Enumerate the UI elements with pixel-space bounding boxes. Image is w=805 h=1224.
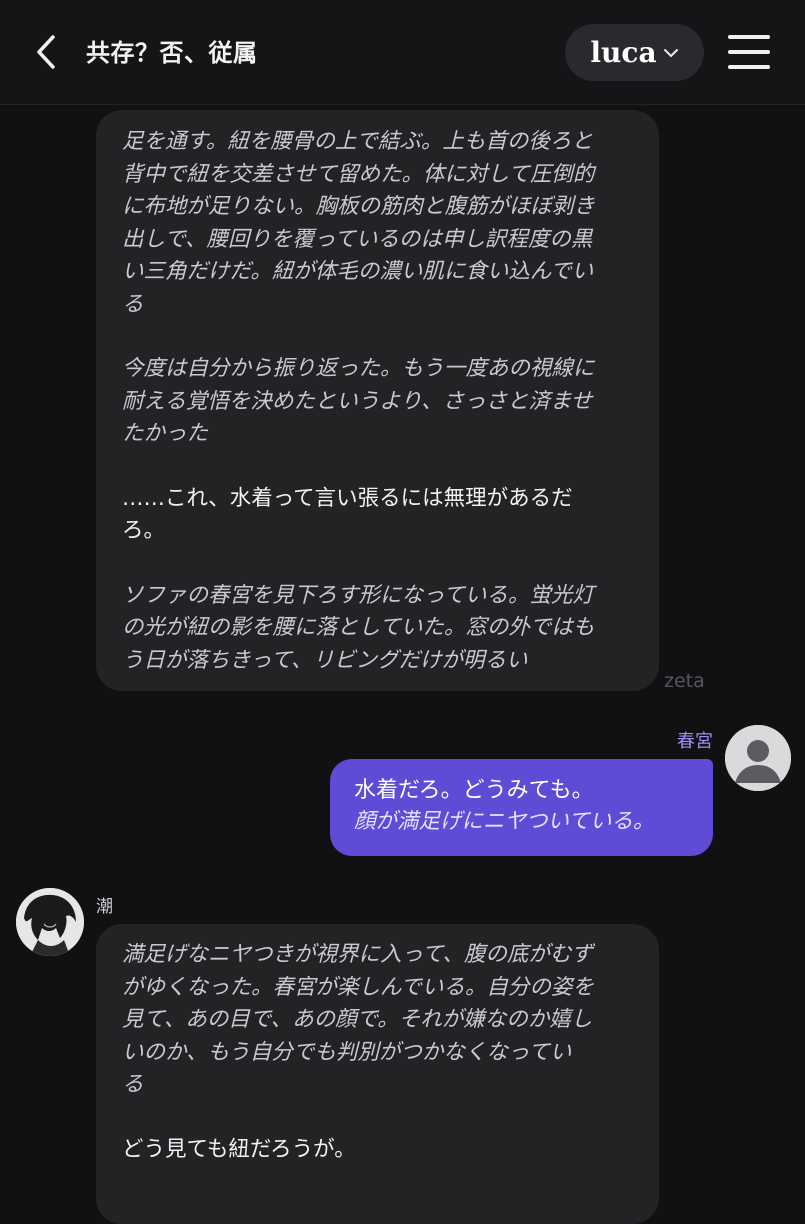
dialogue-paragraph: ……これ、水着って言い張るには無理があるだ ろ。 [122, 485, 573, 544]
narration-paragraph: ソファの春宮を見下ろす形になっている。蛍光灯 の光が紐の影を腰に落としていた。窓… [122, 582, 595, 673]
model-label: luca [590, 36, 657, 69]
dialogue-paragraph: どう見ても紐だろうが。 [122, 1136, 356, 1162]
back-button[interactable] [28, 30, 64, 74]
ai-message-bubble: 足を通す。紐を腰骨の上で結ぶ。上も首の後ろと 背中で紐を交差させて留めた。体に対… [96, 110, 659, 691]
chat-title: 共存？否、従属 [86, 39, 258, 67]
ai-message-bubble: 満足げなニヤつきが視界に入って、腹の底がむず がゆくなった。春宮が楽しんでいる。… [96, 924, 659, 1224]
character-avatar[interactable] [16, 888, 84, 956]
default-user-avatar-icon [725, 725, 791, 791]
hamburger-menu-icon[interactable] [726, 33, 772, 71]
user-avatar[interactable] [725, 725, 791, 791]
model-selector-button[interactable]: luca [565, 24, 704, 81]
zeta-watermark: zeta [664, 670, 705, 692]
chat-header: 共存？否、従属 luca [0, 0, 805, 105]
user-narration: 顔が満足げにニヤついている。 [354, 809, 655, 834]
chevron-down-icon [663, 48, 678, 57]
user-speech: 水着だろ。どうみても。 [354, 778, 594, 803]
user-message-bubble: 水着だろ。どうみても。 顔が満足げにニヤついている。 [330, 759, 713, 856]
user-name: 春宮 [677, 731, 713, 752]
narration-paragraph: 今度は自分から振り返った。もう一度あの視線に 耐える覚悟を決めたというより、さっ… [122, 356, 595, 446]
character-portrait-icon [16, 888, 84, 956]
narration-paragraph: 満足げなニヤつきが視界に入って、腹の底がむず がゆくなった。春宮が楽しんでいる。… [122, 942, 594, 1097]
chevron-left-icon [37, 35, 55, 69]
character-name: 潮 [96, 897, 113, 917]
narration-paragraph: 足を通す。紐を腰骨の上で結ぶ。上も首の後ろと 背中で紐を交差させて留めた。体に対… [122, 129, 596, 317]
